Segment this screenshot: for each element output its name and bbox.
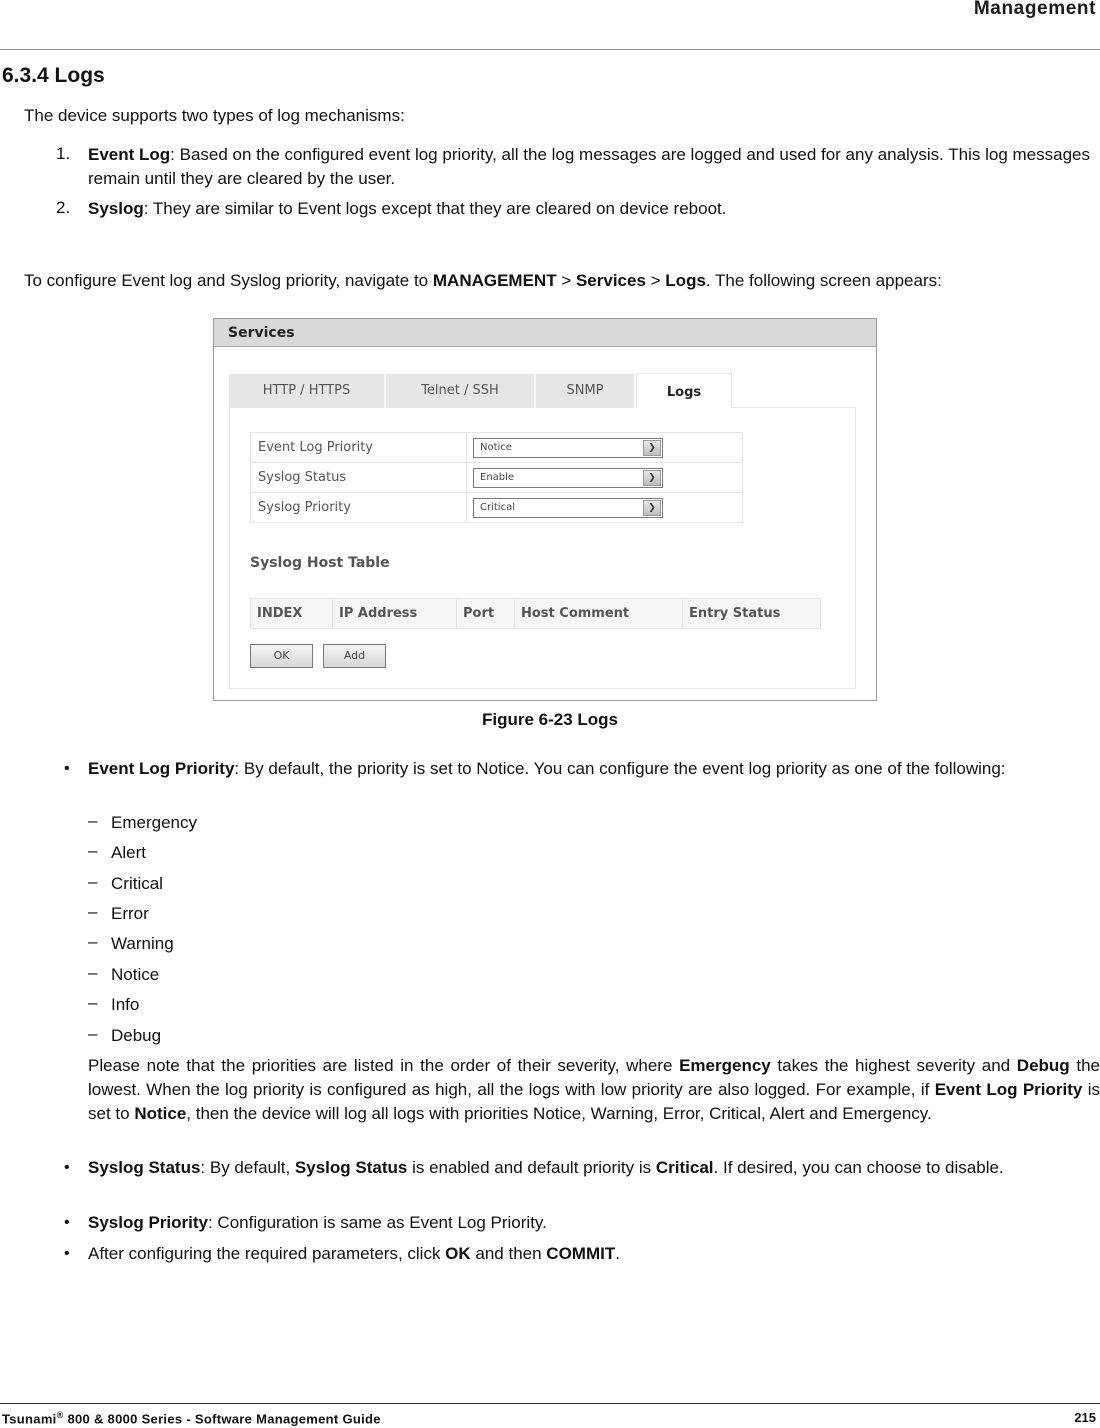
priority-item: Alert — [111, 843, 146, 862]
priority-note: Please note that the priorities are list… — [88, 1056, 1100, 1123]
tab-snmp[interactable]: SNMP — [536, 374, 636, 408]
ok-button[interactable]: OK — [250, 644, 313, 668]
priority-item: Warning — [111, 934, 174, 953]
term: Syslog — [88, 199, 144, 218]
add-button[interactable]: Add — [323, 644, 386, 668]
running-header: Management — [973, 0, 1096, 19]
page-number: 215 — [1074, 1410, 1096, 1425]
panel-title: Services — [228, 325, 295, 341]
dash-icon: – — [88, 872, 98, 891]
chevron-down-icon: ❯ — [643, 439, 661, 456]
priority-item: Notice — [111, 965, 160, 984]
event-log-priority-label: Event Log Priority — [250, 432, 467, 463]
dash-icon: – — [88, 993, 98, 1012]
figure-caption: Figure 6-23 Logs — [481, 710, 619, 729]
footer-guide-title: Tsunami® 800 & 8000 Series - Software Ma… — [2, 1410, 381, 1427]
dash-icon: – — [88, 963, 98, 982]
column-header-port: Port — [456, 598, 515, 629]
bullet-icon: • — [64, 1214, 70, 1231]
priority-item: Debug — [111, 1026, 162, 1045]
logs-screenshot: Services HTTP / HTTPS Telnet / SSH SNMP … — [213, 318, 877, 701]
bullet-icon: • — [64, 1159, 70, 1176]
bullet-syslog-priority: Syslog Priority: Configuration is same a… — [88, 1213, 547, 1232]
table-row: Syslog Status Enable ❯ — [250, 462, 743, 493]
log-settings-table: Event Log Priority Notice ❯ Syslog Statu… — [250, 432, 743, 523]
bullet-icon: • — [64, 760, 70, 777]
column-header-host-comment: Host Comment — [514, 598, 683, 629]
dash-icon: – — [88, 811, 98, 830]
table-row: Event Log Priority Notice ❯ — [250, 432, 743, 463]
syslog-status-select[interactable]: Enable ❯ — [473, 467, 663, 488]
navigation-instruction: To configure Event log and Syslog priori… — [24, 271, 942, 290]
chevron-down-icon: ❯ — [643, 499, 661, 516]
table-header-row: INDEX IP Address Port Host Comment Entry… — [250, 598, 821, 629]
priority-item: Critical — [111, 874, 163, 893]
header-divider — [0, 49, 1100, 50]
tab-logs[interactable]: Logs — [636, 373, 732, 408]
tab-http-https[interactable]: HTTP / HTTPS — [229, 374, 386, 408]
priority-item: Emergency — [111, 813, 197, 832]
section-title: 6.3.4 Logs — [2, 64, 105, 87]
column-header-entry-status: Entry Status — [682, 598, 821, 629]
syslog-host-table-title: Syslog Host Table — [250, 555, 390, 571]
list-number: 1. — [56, 144, 71, 163]
bullet-event-log-priority: Event Log Priority: By default, the prio… — [88, 759, 1006, 778]
dash-icon: – — [88, 1024, 98, 1043]
list-number: 2. — [56, 198, 71, 217]
event-log-priority-select[interactable]: Notice ❯ — [473, 437, 663, 458]
bullet-syslog-status: Syslog Status: By default, Syslog Status… — [88, 1158, 1004, 1177]
table-row: Syslog Priority Critical ❯ — [250, 492, 743, 523]
list-item-event-log: Event Log: Based on the configured event… — [88, 145, 1090, 188]
intro-text: The device supports two types of log mec… — [24, 106, 405, 125]
column-header-index: INDEX — [250, 598, 333, 629]
syslog-host-table: INDEX IP Address Port Host Comment Entry… — [250, 598, 821, 629]
syslog-priority-select[interactable]: Critical ❯ — [473, 497, 663, 518]
dash-icon: – — [88, 932, 98, 951]
syslog-status-label: Syslog Status — [250, 462, 467, 493]
syslog-priority-label: Syslog Priority — [250, 492, 467, 523]
tab-telnet-ssh[interactable]: Telnet / SSH — [386, 374, 536, 408]
footer-divider — [0, 1403, 1100, 1404]
panel-header: Services — [214, 319, 876, 347]
bullet-icon: • — [64, 1245, 70, 1262]
dash-icon: – — [88, 902, 98, 921]
dash-icon: – — [88, 841, 98, 860]
chevron-down-icon: ❯ — [643, 469, 661, 486]
priority-item: Error — [111, 904, 149, 923]
list-item-syslog: Syslog: They are similar to Event logs e… — [88, 199, 727, 218]
term: Event Log — [88, 145, 171, 164]
priority-item: Info — [111, 995, 140, 1014]
column-header-ip-address: IP Address — [332, 598, 457, 629]
bullet-after-configuring: After configuring the required parameter… — [88, 1244, 620, 1263]
